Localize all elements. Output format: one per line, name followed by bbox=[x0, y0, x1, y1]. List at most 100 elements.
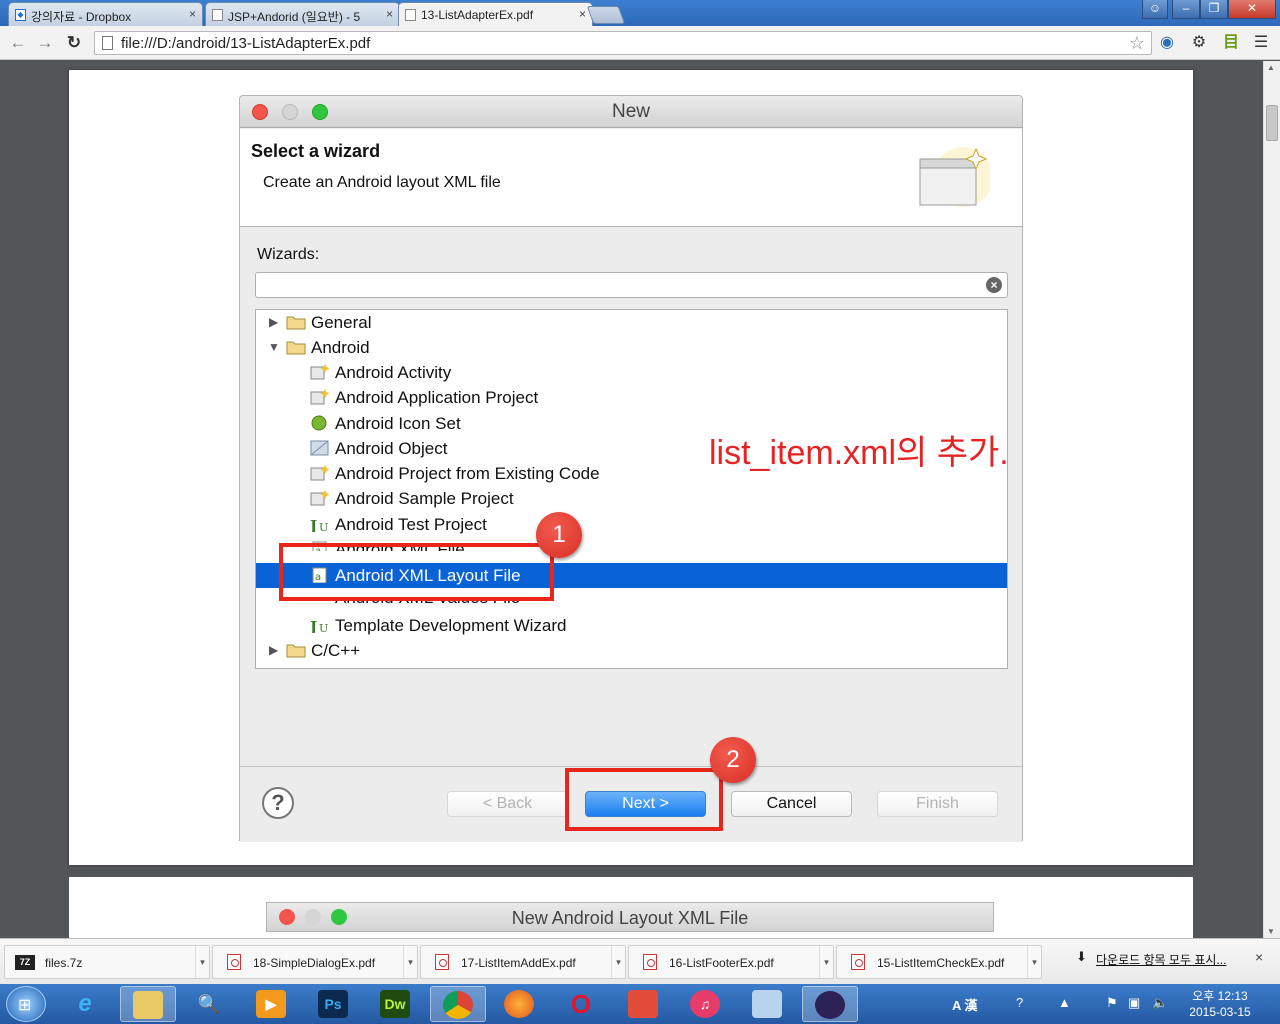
chevron-down-icon[interactable]: ▾ bbox=[195, 946, 209, 978]
download-item[interactable]: 15-ListItemCheckEx.pdf ▾ bbox=[836, 945, 1042, 979]
tree-item-android[interactable]: ▼ Android bbox=[256, 335, 1007, 360]
help-tray-icon[interactable]: ? bbox=[1016, 995, 1023, 1010]
download-item[interactable]: 7Z files.7z ▾ bbox=[4, 945, 210, 979]
address-bar[interactable]: file:///D:/android/13-ListAdapterEx.pdf … bbox=[94, 31, 1152, 55]
wizard-header-subtitle: Create an Android layout XML file bbox=[263, 174, 501, 191]
media-player-taskbar-icon[interactable]: ▶ bbox=[244, 986, 300, 1022]
browser-tab-strip: ◆ 강의자료 - Dropbox × JSP+Andorid (일요반) - 5… bbox=[0, 0, 1280, 26]
volume-icon[interactable]: 🔈 bbox=[1152, 995, 1168, 1011]
pdf-viewer[interactable]: New Select a wizard Create an Android la… bbox=[0, 61, 1263, 938]
wizard-filter-input[interactable]: × bbox=[255, 272, 1008, 298]
network-icon[interactable]: ▣ bbox=[1128, 995, 1140, 1011]
finish-button[interactable]: Finish bbox=[877, 791, 998, 817]
clock-time: 오후 12:13 bbox=[1192, 989, 1248, 1003]
tree-item-android-sample-project[interactable]: Android Sample Project bbox=[256, 486, 1007, 511]
page-icon bbox=[405, 9, 416, 21]
clear-filter-icon[interactable]: × bbox=[986, 277, 1002, 293]
pdf-icon bbox=[435, 954, 449, 970]
scroll-down-icon[interactable]: ▼ bbox=[1267, 927, 1275, 936]
tab-listadapter-pdf[interactable]: 13-ListAdapterEx.pdf × bbox=[398, 2, 593, 26]
restore-button[interactable]: ❐ bbox=[1200, 0, 1228, 19]
minimize-traffic-light[interactable] bbox=[282, 104, 298, 120]
eclipse-taskbar-icon[interactable] bbox=[802, 986, 858, 1022]
notes-app-taskbar-icon[interactable] bbox=[616, 986, 672, 1022]
wizards-label: Wizards: bbox=[257, 246, 320, 263]
chevron-down-icon[interactable]: ▾ bbox=[403, 946, 417, 978]
start-button[interactable]: ⊞ bbox=[6, 986, 46, 1022]
wizard-tree: ▶ General ▼ Android Android Activity And… bbox=[255, 309, 1008, 669]
download-item[interactable]: 17-ListItemAddEx.pdf ▾ bbox=[420, 945, 626, 979]
close-tab-icon[interactable]: × bbox=[386, 7, 393, 21]
svg-text:J: J bbox=[310, 618, 317, 633]
tree-item-android-application-project[interactable]: Android Application Project bbox=[256, 385, 1007, 410]
svg-text:U: U bbox=[319, 622, 328, 633]
android-wizard-icon bbox=[310, 364, 330, 380]
windows-taskbar: ⊞ e 🔍 ▶ Ps Dw O ♫ A 漢 ? ▲ ⚑ ▣ 🔈 오후 12:13… bbox=[0, 984, 1280, 1024]
minimize-button[interactable]: – bbox=[1172, 0, 1200, 19]
itunes-taskbar-icon[interactable]: ♫ bbox=[678, 986, 734, 1022]
tree-item-template-development-wizard[interactable]: JU Template Development Wizard bbox=[256, 613, 1007, 638]
user-icon[interactable]: ☺ bbox=[1142, 0, 1168, 19]
extension-icon[interactable]: 目 bbox=[1220, 32, 1242, 54]
help-icon[interactable]: ? bbox=[262, 787, 294, 819]
tree-item-cpp[interactable]: ▶ C/C++ bbox=[256, 638, 1007, 663]
back-arrow-icon[interactable]: ← bbox=[7, 32, 29, 54]
dialog-title: New bbox=[611, 101, 650, 122]
close-window-button[interactable]: ✕ bbox=[1228, 0, 1276, 19]
expand-arrow-icon[interactable]: ▶ bbox=[269, 638, 278, 663]
tree-item-android-activity[interactable]: Android Activity bbox=[256, 360, 1007, 385]
tree-item-label: Android Project from Existing Code bbox=[335, 464, 600, 483]
gear-icon[interactable]: ⚙ bbox=[1188, 32, 1210, 54]
chevron-down-icon[interactable]: ▾ bbox=[819, 946, 833, 978]
chevron-down-icon[interactable]: ▾ bbox=[611, 946, 625, 978]
step-badge-1: 1 bbox=[536, 512, 582, 558]
opera-taskbar-icon[interactable]: O bbox=[554, 986, 610, 1022]
app-taskbar-icon[interactable] bbox=[740, 986, 796, 1022]
show-hidden-icons[interactable]: ▲ bbox=[1058, 995, 1071, 1010]
search-app-taskbar-icon[interactable]: 🔍 bbox=[182, 986, 238, 1022]
vertical-scrollbar[interactable]: ▲ ▼ bbox=[1263, 61, 1280, 938]
close-traffic-light bbox=[279, 909, 295, 925]
close-shelf-icon[interactable]: × bbox=[1255, 949, 1263, 965]
firefox-taskbar-icon[interactable] bbox=[492, 986, 548, 1022]
forward-arrow-icon[interactable]: → bbox=[34, 32, 56, 54]
tab-label: 13-ListAdapterEx.pdf bbox=[421, 8, 534, 22]
junit-icon: JU bbox=[310, 618, 328, 633]
tab-dropbox[interactable]: ◆ 강의자료 - Dropbox × bbox=[8, 2, 203, 26]
chevron-down-icon[interactable]: ▾ bbox=[1027, 946, 1041, 978]
pdf-page-2: New Android Layout XML File bbox=[69, 877, 1193, 938]
back-button[interactable]: < Back bbox=[447, 791, 568, 817]
download-item[interactable]: 18-SimpleDialogEx.pdf ▾ bbox=[212, 945, 418, 979]
menu-icon[interactable]: ☰ bbox=[1250, 32, 1272, 54]
new-tab-button[interactable] bbox=[586, 6, 626, 24]
cancel-button[interactable]: Cancel bbox=[731, 791, 852, 817]
close-traffic-light[interactable] bbox=[252, 104, 268, 120]
scroll-up-icon[interactable]: ▲ bbox=[1267, 63, 1275, 72]
scrollbar-thumb[interactable] bbox=[1266, 105, 1278, 141]
tab-jsp-android[interactable]: JSP+Andorid (일요반) - 5 × bbox=[205, 2, 400, 26]
expand-arrow-icon[interactable]: ▶ bbox=[269, 310, 278, 335]
bookmark-star-icon[interactable]: ☆ bbox=[1129, 33, 1145, 54]
download-item[interactable]: 16-ListFooterEx.pdf ▾ bbox=[628, 945, 834, 979]
flag-icon[interactable]: ⚑ bbox=[1106, 995, 1118, 1011]
explorer-taskbar-icon[interactable] bbox=[120, 986, 176, 1022]
globe-icon[interactable]: ◉ bbox=[1156, 32, 1178, 54]
tree-item-android-test-project[interactable]: JU Android Test Project bbox=[256, 512, 1007, 537]
close-tab-icon[interactable]: × bbox=[189, 7, 196, 21]
system-clock[interactable]: 오후 12:13 2015-03-15 bbox=[1185, 988, 1255, 1020]
dreamweaver-taskbar-icon[interactable]: Dw bbox=[368, 986, 424, 1022]
close-tab-icon[interactable]: × bbox=[579, 7, 586, 21]
reload-icon[interactable]: ↻ bbox=[63, 32, 85, 54]
pdf-icon bbox=[643, 954, 657, 970]
tree-item-general[interactable]: ▶ General bbox=[256, 310, 1007, 335]
show-all-downloads-link[interactable]: 다운로드 항목 모두 표시... bbox=[1096, 951, 1226, 968]
zoom-traffic-light[interactable] bbox=[312, 104, 328, 120]
ime-indicator[interactable]: A 漢 bbox=[952, 995, 978, 1014]
step-badge-2: 2 bbox=[710, 737, 756, 783]
tree-item-label: Android Application Project bbox=[335, 388, 539, 407]
ie-taskbar-icon[interactable]: e bbox=[58, 986, 114, 1022]
tree-item-label: Android Object bbox=[335, 439, 448, 458]
collapse-arrow-icon[interactable]: ▼ bbox=[268, 335, 280, 360]
chrome-taskbar-icon[interactable] bbox=[430, 986, 486, 1022]
photoshop-taskbar-icon[interactable]: Ps bbox=[306, 986, 362, 1022]
